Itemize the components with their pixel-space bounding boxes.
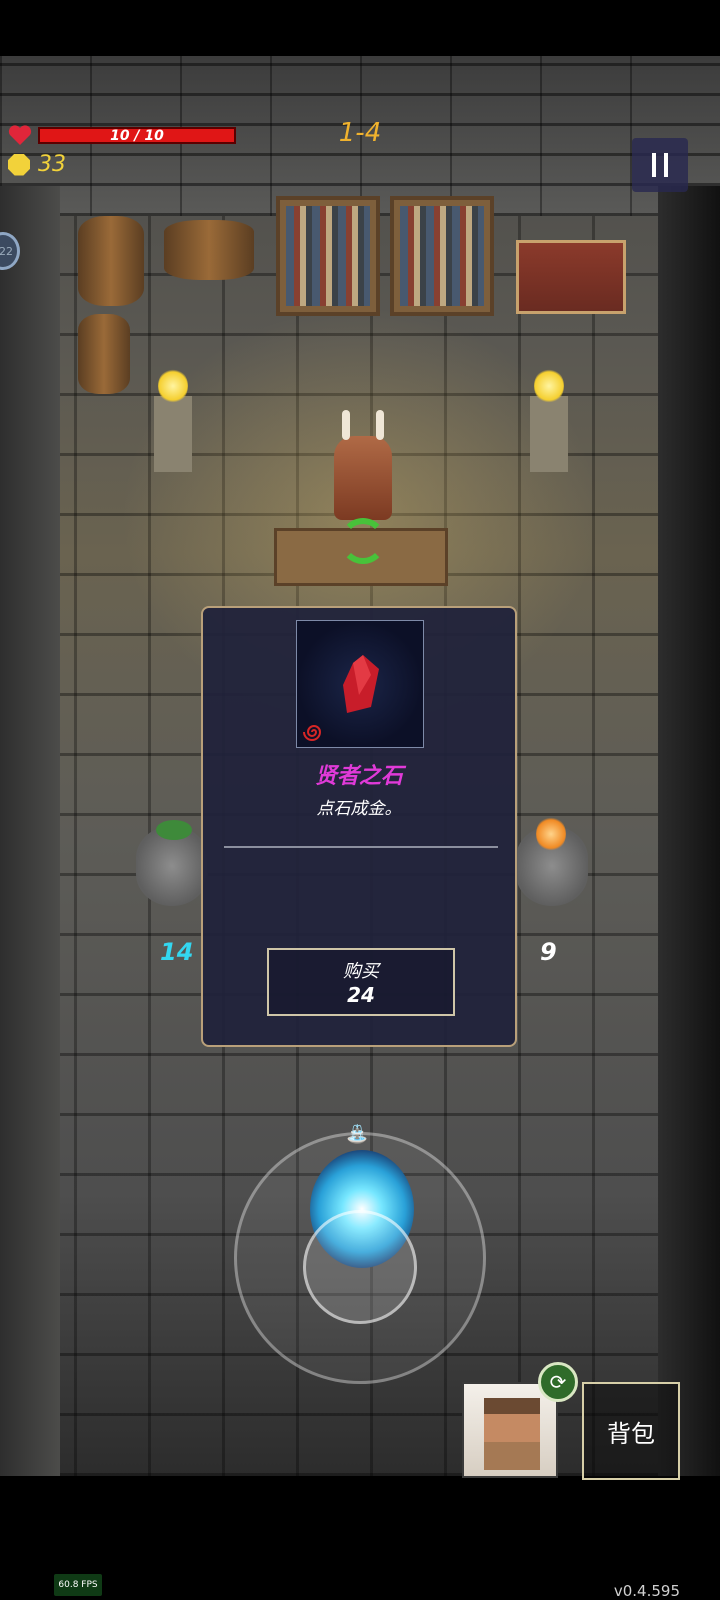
item-popup: 贤者之石 点石成金。 购买 24 (201, 606, 517, 1047)
refresh-icon: ⟳ (549, 1370, 567, 1394)
gold-amount: 33 (38, 152, 66, 177)
health-bar-group: 10 / 10 (8, 124, 236, 146)
torch-flame (158, 368, 188, 404)
item-description: 点石成金。 (316, 799, 402, 819)
gold-counter: 33 (8, 152, 66, 177)
refresh-icon[interactable] (340, 518, 386, 564)
dungeon-wall-left (0, 186, 60, 1476)
buy-price: 24 (347, 983, 375, 1007)
left-item-price: 14 (160, 938, 194, 966)
fire-item[interactable] (536, 816, 566, 852)
treasure-chest (516, 240, 626, 314)
hp-bar: 10 / 10 (38, 126, 236, 144)
item-name: 贤者之石 (314, 764, 403, 789)
hp-text: 10 / 10 (110, 127, 164, 144)
torch-flame (534, 368, 564, 404)
heart-icon (8, 125, 32, 145)
philosophers-stone-icon (343, 655, 379, 713)
barrel-small (78, 314, 130, 394)
barrel (78, 216, 144, 306)
joystick-knob[interactable] (303, 1210, 417, 1324)
pause-icon (652, 153, 656, 177)
bag-button[interactable]: 背包 (582, 1382, 680, 1480)
right-item-price: 9 (540, 938, 557, 966)
bookshelf (390, 196, 494, 316)
swirl-icon (303, 725, 322, 741)
hero-beard (484, 1442, 540, 1470)
buy-label: 购买 (343, 961, 379, 982)
gold-coin-icon (8, 153, 30, 176)
barrel-lying (164, 220, 254, 280)
level-indicator: 1-4 (338, 118, 382, 148)
hero-hair (484, 1398, 540, 1414)
clover-item[interactable] (156, 820, 192, 840)
torch-pillar (530, 396, 568, 472)
item-image-frame (296, 620, 424, 748)
switch-hero-button[interactable]: ⟳ (538, 1362, 578, 1402)
torch-pillar (154, 396, 192, 472)
buy-button[interactable]: 购买 24 (267, 948, 455, 1016)
version-label: v0.4.595 (613, 1582, 680, 1600)
dungeon-wall-right (658, 186, 720, 1476)
divider (224, 846, 498, 848)
bookshelf (276, 196, 380, 316)
pause-button[interactable] (632, 138, 688, 192)
fps-counter: 60.8 FPS (54, 1574, 102, 1596)
merchant-npc[interactable] (334, 410, 392, 520)
